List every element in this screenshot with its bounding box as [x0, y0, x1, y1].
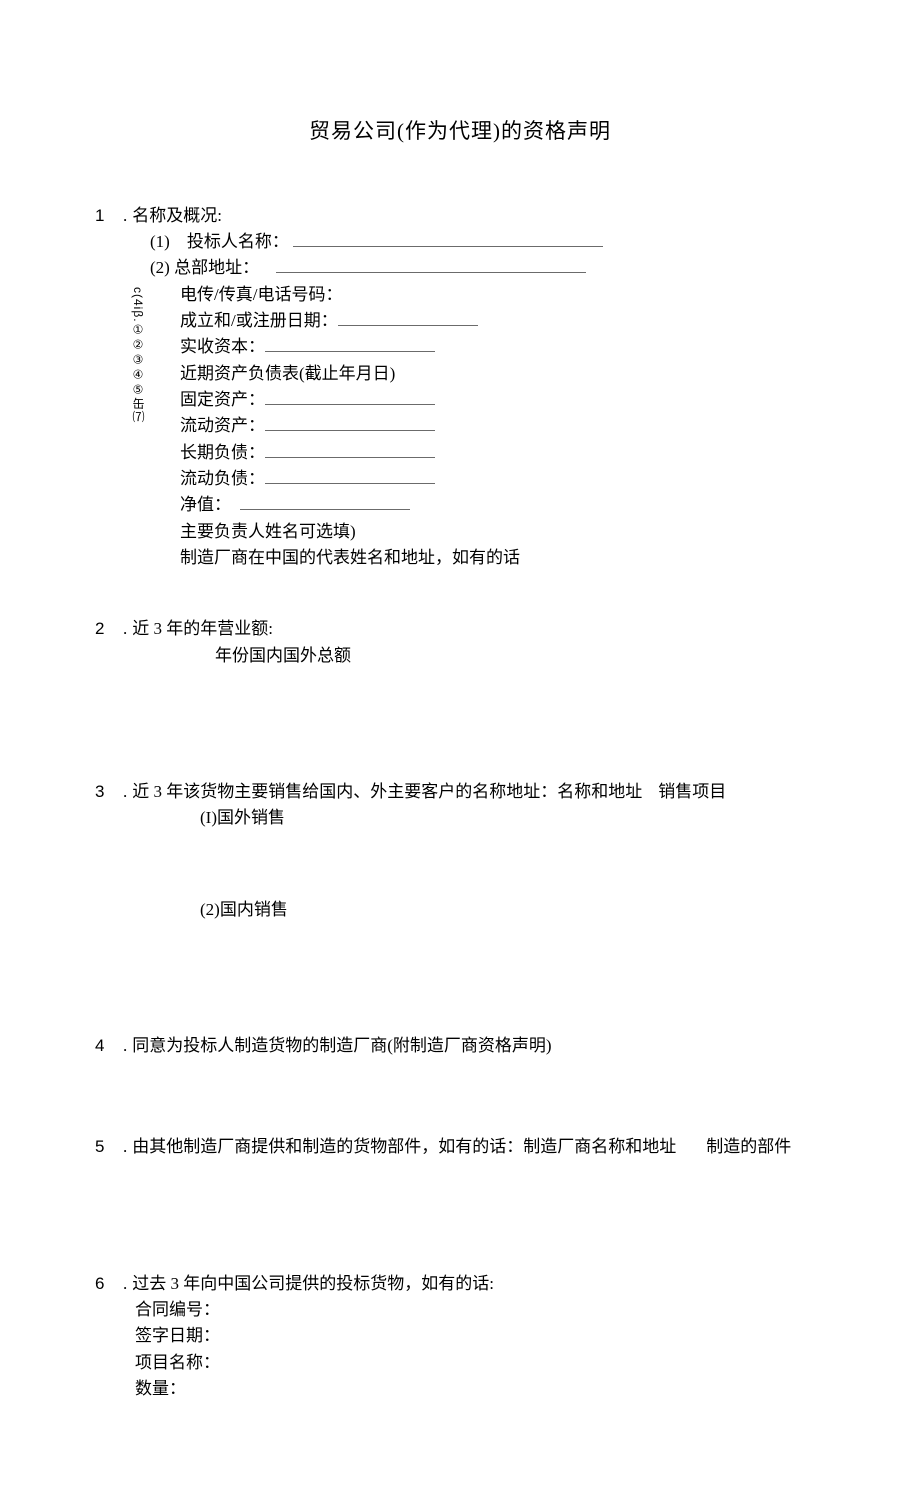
section-1-header: 1 . 名称及概况: — [95, 203, 825, 229]
section-6-dot: . — [123, 1271, 127, 1297]
section-2-label: 近 3 年的年营业额: — [132, 616, 273, 642]
long-liabilities-field[interactable] — [265, 442, 435, 457]
section-4-label: 同意为投标人制造货物的制造厂商(附制造厂商资格声明) — [132, 1033, 551, 1059]
contract-number-label: 合同编号： — [135, 1300, 220, 1319]
section-6-number: 6 — [95, 1271, 113, 1297]
quantity-label: 数量： — [135, 1379, 186, 1398]
section-3: 3 . 近 3 年该货物主要销售给国内、外主要客户的名称地址：名称和地址 销售项… — [95, 779, 825, 988]
section-2-number: 2 — [95, 616, 113, 642]
quantity-line: 数量： — [135, 1376, 825, 1402]
telex-label: 电传/传真/电话号码： — [180, 285, 342, 304]
item-reg-date: 成立和/或注册日期： — [180, 308, 825, 334]
section-3-number: 3 — [95, 779, 113, 805]
reg-date-label: 成立和/或注册日期： — [180, 311, 338, 330]
section-1-number: 1 — [95, 203, 113, 229]
section-6: 6 . 过去 3 年向中国公司提供的投标货物，如有的话: 合同编号： 签字日期：… — [95, 1271, 825, 1403]
section-2-dot: . — [123, 616, 127, 642]
section-3-header: 3 . 近 3 年该货物主要销售给国内、外主要客户的名称地址：名称和地址 销售项… — [95, 779, 825, 805]
section-4-header: 4 . 同意为投标人制造货物的制造厂商(附制造厂商资格声明) — [95, 1033, 825, 1059]
section-2-header: 2 . 近 3 年的年营业额: — [95, 616, 825, 642]
sign-date-label: 签字日期： — [135, 1326, 220, 1345]
item-1-label: 投标人名称： — [187, 232, 289, 251]
net-value-field[interactable] — [240, 495, 410, 510]
capital-field[interactable] — [265, 337, 435, 352]
section-4-number: 4 — [95, 1033, 113, 1059]
item-telex: 电传/传真/电话号码： — [180, 282, 825, 308]
balance-sheet-label: 近期资产负债表(截止年月日) — [180, 364, 395, 383]
section-1: 1 . 名称及概况: (1) 投标人名称： (2) 总部地址： c(4iβ.①②… — [95, 203, 825, 572]
item-2-prefix: (2) — [150, 258, 170, 277]
vertical-marker-text: c(4iβ.①②③④⑤缶⑺ — [132, 287, 144, 424]
section-3-label-b: 销售项目 — [658, 779, 726, 805]
item-capital: 实收资本： — [180, 334, 825, 360]
section-5-header: 5 . 由其他制造厂商提供和制造的货物部件，如有的话：制造厂商名称和地址 制造的… — [95, 1134, 825, 1160]
section-6-label: 过去 3 年向中国公司提供的投标货物，如有的话: — [132, 1271, 494, 1297]
item-fixed-assets: 固定资产： — [180, 387, 825, 413]
section-5-dot: . — [123, 1134, 127, 1160]
section-5-label-a: 由其他制造厂商提供和制造的货物部件，如有的话：制造厂商名称和地址 — [132, 1134, 676, 1160]
section-1-sub-block: c(4iβ.①②③④⑤缶⑺ 电传/传真/电话号码： 成立和/或注册日期： 实收资… — [150, 282, 825, 572]
item-current-assets: 流动资产： — [180, 413, 825, 439]
section-5: 5 . 由其他制造厂商提供和制造的货物部件，如有的话：制造厂商名称和地址 制造的… — [95, 1134, 825, 1225]
fixed-assets-field[interactable] — [265, 390, 435, 405]
item-manufacturer-rep: 制造厂商在中国的代表姓名和地址，如有的话 — [180, 545, 825, 571]
section-6-header: 6 . 过去 3 年向中国公司提供的投标货物，如有的话: — [95, 1271, 825, 1297]
current-liabilities-field[interactable] — [265, 469, 435, 484]
section-1-item-1: (1) 投标人名称： — [150, 229, 825, 255]
item-1-prefix: (1) — [150, 232, 170, 251]
domestic-sales-label: (2)国内销售 — [200, 900, 288, 919]
document-page: 贸易公司(作为代理)的资格声明 1 . 名称及概况: (1) 投标人名称： (2… — [0, 0, 920, 1497]
item-net-value: 净值： — [180, 492, 825, 518]
document-title: 贸易公司(作为代理)的资格声明 — [95, 115, 825, 148]
item-current-liabilities: 流动负债： — [180, 466, 825, 492]
sign-date-line: 签字日期： — [135, 1323, 825, 1349]
foreign-sales-label: (I)国外销售 — [200, 808, 285, 827]
capital-label: 实收资本： — [180, 337, 265, 356]
net-value-label: 净值： — [180, 495, 231, 514]
section-2-sub-label: 年份国内国外总额 — [215, 646, 351, 665]
item-balance-sheet: 近期资产负债表(截止年月日) — [180, 361, 825, 387]
hq-address-field[interactable] — [276, 258, 586, 273]
section-3-sub2: (2)国内销售 — [200, 897, 825, 923]
reg-date-field[interactable] — [338, 311, 478, 326]
section-3-dot: . — [123, 779, 127, 805]
fixed-assets-label: 固定资产： — [180, 390, 265, 409]
section-1-item-2: (2) 总部地址： — [150, 255, 825, 281]
item-2-label: 总部地址： — [174, 258, 259, 277]
project-name-label: 项目名称： — [135, 1353, 220, 1372]
section-1-label: 名称及概况: — [132, 203, 222, 229]
section-2: 2 . 近 3 年的年营业额: 年份国内国外总额 — [95, 616, 825, 734]
long-liabilities-label: 长期负债： — [180, 443, 265, 462]
section-5-label-b: 制造的部件 — [706, 1134, 791, 1160]
responsible-person-label: 主要负责人姓名可选填) — [180, 522, 356, 541]
bidder-name-field[interactable] — [293, 232, 603, 247]
item-responsible-person: 主要负责人姓名可选填) — [180, 519, 825, 545]
contract-number-line: 合同编号： — [135, 1297, 825, 1323]
current-liabilities-label: 流动负债： — [180, 469, 265, 488]
current-assets-field[interactable] — [265, 416, 435, 431]
project-name-line: 项目名称： — [135, 1350, 825, 1376]
section-4-dot: . — [123, 1033, 127, 1059]
manufacturer-rep-label: 制造厂商在中国的代表姓名和地址，如有的话 — [180, 548, 520, 567]
current-assets-label: 流动资产： — [180, 416, 265, 435]
section-2-sub: 年份国内国外总额 — [215, 643, 825, 669]
section-1-dot: . — [123, 203, 127, 229]
section-3-label-a: 近 3 年该货物主要销售给国内、外主要客户的名称地址：名称和地址 — [132, 779, 642, 805]
section-4: 4 . 同意为投标人制造货物的制造厂商(附制造厂商资格声明) — [95, 1033, 825, 1089]
item-long-liabilities: 长期负债： — [180, 440, 825, 466]
section-5-number: 5 — [95, 1134, 113, 1160]
section-3-sub1: (I)国外销售 — [200, 805, 825, 831]
